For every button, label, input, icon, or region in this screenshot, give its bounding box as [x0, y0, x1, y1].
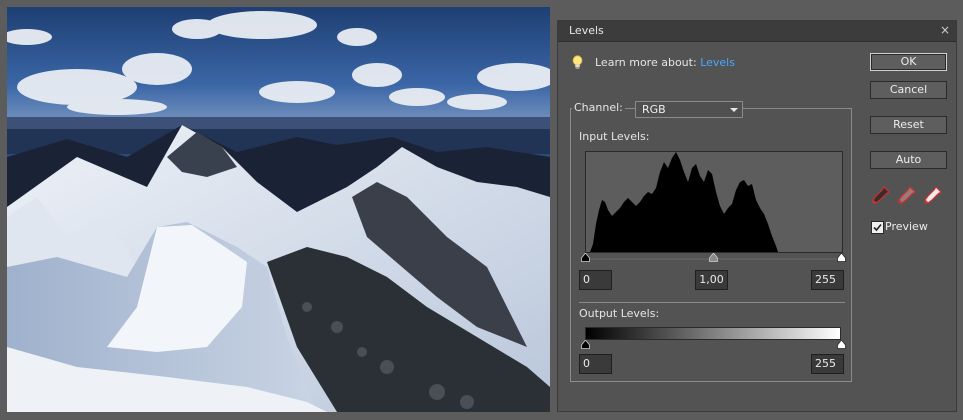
eyedropper-gray-icon[interactable]: [897, 185, 917, 205]
output-white-field[interactable]: 255: [811, 354, 844, 374]
close-icon[interactable]: ×: [940, 23, 950, 37]
dialog-titlebar[interactable]: Levels ×: [558, 21, 956, 42]
chevron-down-icon: [730, 108, 738, 112]
cancel-button[interactable]: Cancel: [870, 81, 947, 99]
slider-white-handle[interactable]: [837, 253, 846, 262]
input-gamma-field[interactable]: 1,00: [695, 270, 728, 290]
channel-label: Channel:: [572, 101, 625, 114]
learn-more-prefix: Learn more about:: [595, 56, 697, 69]
output-gradient-bar: [585, 327, 841, 340]
preview-label[interactable]: Preview: [885, 220, 928, 233]
image-canvas[interactable]: [7, 7, 550, 412]
divider: [579, 302, 845, 303]
output-levels-label: Output Levels:: [579, 307, 660, 320]
levels-dialog: Levels × Learn more about: Levels Channe…: [557, 20, 957, 412]
input-levels-slider[interactable]: [581, 253, 846, 262]
lightbulb-icon: [572, 55, 583, 69]
output-black-field[interactable]: 0: [579, 354, 612, 374]
histogram: [585, 151, 843, 253]
learn-more-link[interactable]: Levels: [700, 56, 735, 69]
ok-button[interactable]: OK: [870, 53, 947, 71]
auto-button[interactable]: Auto: [870, 151, 947, 169]
eyedropper-white-icon[interactable]: [923, 185, 943, 205]
input-white-field[interactable]: 255: [811, 270, 844, 290]
preview-checkbox[interactable]: [871, 221, 884, 234]
output-levels-slider[interactable]: [581, 340, 846, 349]
slider-black-handle[interactable]: [581, 253, 590, 262]
channel-selected-value: RGB: [642, 103, 666, 116]
slider-white-handle[interactable]: [837, 340, 846, 349]
mountain-photo: [7, 7, 550, 412]
slider-black-handle[interactable]: [581, 340, 590, 349]
reset-button[interactable]: Reset: [870, 116, 947, 134]
slider-gray-handle[interactable]: [709, 253, 718, 262]
learn-more-text: Learn more about: Levels: [595, 56, 735, 69]
checkmark-icon: [873, 223, 882, 232]
histogram-graph: [586, 152, 842, 252]
input-black-field[interactable]: 0: [579, 270, 612, 290]
dialog-title: Levels: [569, 24, 604, 37]
eyedropper-black-icon[interactable]: [871, 185, 891, 205]
channel-select[interactable]: RGB: [635, 101, 743, 118]
input-levels-label: Input Levels:: [579, 130, 650, 143]
